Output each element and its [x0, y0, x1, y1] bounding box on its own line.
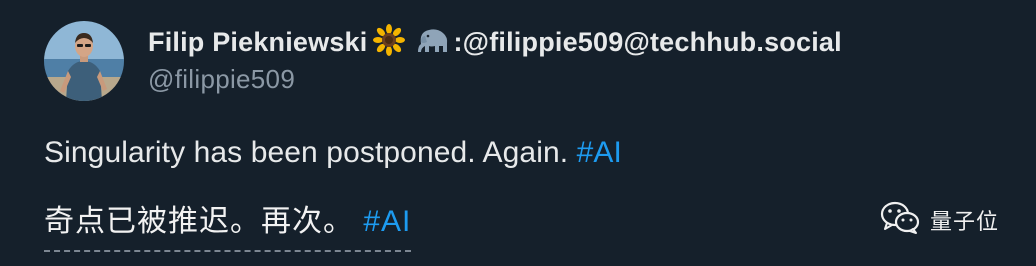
watermark: 量子位 [880, 200, 999, 239]
hashtag-link[interactable]: #AI [577, 136, 622, 169]
author-block: Filip Piekniewski:@filippie509@techhub.… [148, 22, 842, 95]
avatar[interactable] [44, 21, 124, 101]
wechat-icon [880, 200, 920, 239]
translation-hashtag-link[interactable]: #AI [363, 205, 411, 238]
tweet-card: Filip Piekniewski:@filippie509@techhub.… [0, 0, 1036, 266]
display-name[interactable]: Filip Piekniewski [148, 27, 367, 58]
mastodon-handle: :@filippie509@techhub.social [453, 26, 842, 57]
name-row: Filip Piekniewski:@filippie509@techhub.… [148, 22, 842, 62]
watermark-label: 量子位 [930, 208, 1000, 234]
elephant-icon [415, 24, 451, 61]
username-handle[interactable]: @filippie509 [148, 64, 842, 95]
tweet-text: Singularity has been postponed. Again. #… [44, 136, 622, 170]
tweet-text-body: Singularity has been postponed. Again. [44, 136, 577, 169]
avatar-photo [44, 21, 124, 101]
translation-text-body: 奇点已被推迟。再次。 [44, 205, 364, 238]
sunflower-icon [373, 23, 406, 61]
translation-text: 奇点已被推迟。再次。 #AI [44, 196, 412, 252]
